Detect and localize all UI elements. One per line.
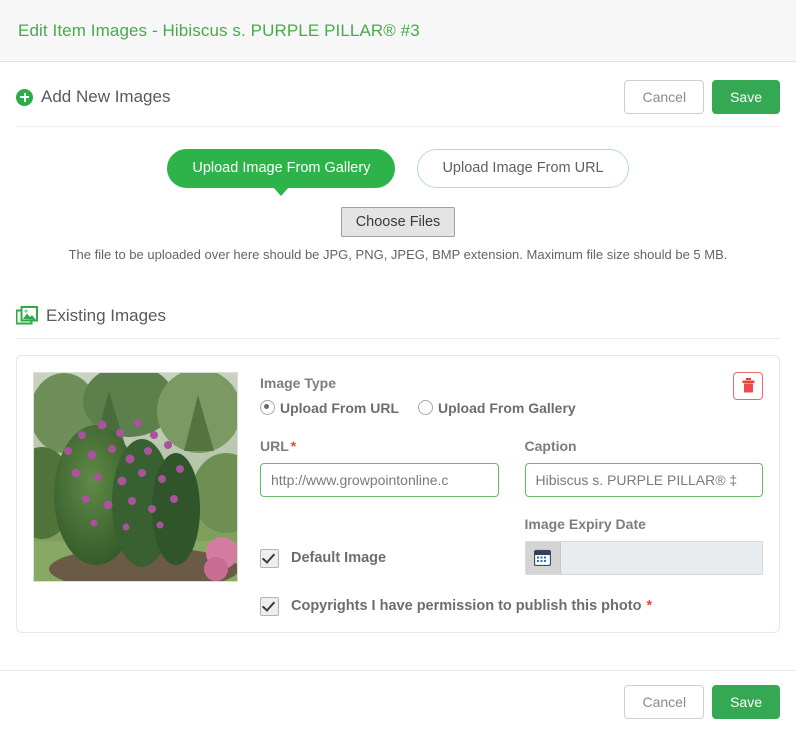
calendar-glyph <box>534 549 551 567</box>
url-required-marker: * <box>290 437 297 454</box>
image-expiry-date-input[interactable] <box>560 541 762 574</box>
image-expiry-date-label: Image Expiry Date <box>524 515 646 532</box>
footer-actions: Cancel Save <box>0 669 796 719</box>
thumbnail-artwork <box>34 372 237 581</box>
tab-pointer-triangle <box>272 185 291 196</box>
radio-upload-from-gallery-label: Upload From Gallery <box>438 399 576 416</box>
url-caption-row: URL* Caption <box>260 438 763 497</box>
upload-tabs: Upload Image From Gallery Upload Image F… <box>167 149 629 196</box>
save-button-bottom[interactable]: Save <box>712 684 780 719</box>
add-new-images-title-group: Add New Images <box>16 87 170 107</box>
radio-upload-from-gallery[interactable] <box>418 400 433 416</box>
expiry-date-group: Image Expiry Date <box>524 515 763 575</box>
url-input[interactable] <box>260 462 499 497</box>
calendar-icon[interactable] <box>525 541 561 574</box>
image-type-label: Image Type <box>260 374 336 391</box>
trash-icon <box>742 378 754 393</box>
radio-upload-from-url[interactable] <box>260 400 275 416</box>
cancel-button-bottom[interactable]: Cancel <box>624 684 705 719</box>
existing-image-card: Image Type Upload From URL Upload From G… <box>16 354 780 633</box>
tab-upload-from-url[interactable]: Upload Image From URL <box>417 149 629 188</box>
tab-upload-from-gallery[interactable]: Upload Image From Gallery <box>167 149 396 196</box>
copyright-required-marker: * <box>646 598 653 615</box>
circle-plus-icon <box>16 88 33 106</box>
save-button-top[interactable]: Save <box>712 80 780 114</box>
existing-images-header: Existing Images <box>16 288 780 339</box>
image-type-radio-group: Upload From URL Upload From Gallery <box>260 400 763 416</box>
page-title: Edit Item Images - Hibiscus s. PURPLE PI… <box>18 20 420 40</box>
add-new-images-header: Add New Images Cancel Save <box>16 62 780 127</box>
delete-image-button[interactable] <box>733 371 763 400</box>
caption-label: Caption <box>524 437 577 454</box>
existing-images-title: Existing Images <box>46 305 166 325</box>
image-expiry-date-field[interactable] <box>524 540 763 575</box>
page-header: Edit Item Images - Hibiscus s. PURPLE PI… <box>0 0 796 62</box>
copyright-check-row[interactable]: Copyrights I have permission to publish … <box>260 596 763 616</box>
radio-upload-from-url-label: Upload From URL <box>280 399 399 416</box>
add-new-images-section: Add New Images Cancel Save Upload Image … <box>0 62 796 262</box>
existing-images-title-group: Existing Images <box>16 306 166 326</box>
copyright-label-text: Copyrights I have permission to publish … <box>291 598 642 615</box>
upload-area: Upload Image From Gallery Upload Image F… <box>16 127 780 262</box>
default-image-label: Default Image <box>291 550 387 567</box>
default-image-checkbox[interactable] <box>260 548 279 568</box>
default-image-check-row[interactable]: Default Image <box>260 548 387 568</box>
copyright-label: Copyrights I have permission to publish … <box>291 598 652 614</box>
existing-images-section: Existing Images Image Type Upload From U… <box>0 288 796 633</box>
existing-images-list: Image Type Upload From URL Upload From G… <box>16 339 780 633</box>
image-thumbnail[interactable] <box>33 371 238 582</box>
default-image-group: Default Image <box>260 516 499 575</box>
upload-help-text: The file to be uploaded over here should… <box>68 246 728 262</box>
default-expiry-row: Default Image Image Expiry Date <box>260 516 763 575</box>
url-label-text: URL <box>260 437 289 454</box>
cancel-button-top[interactable]: Cancel <box>624 80 705 114</box>
tab-upload-from-url-label: Upload Image From URL <box>442 160 604 176</box>
choose-files-button[interactable]: Choose Files <box>340 206 456 237</box>
url-label: URL * <box>260 438 499 454</box>
copyright-checkbox[interactable] <box>260 596 279 616</box>
tab-upload-from-gallery-label: Upload Image From Gallery <box>192 160 371 176</box>
url-field-group: URL * <box>260 438 499 497</box>
add-new-images-title: Add New Images <box>41 87 171 106</box>
caption-field-group: Caption <box>524 437 763 497</box>
stacked-images-icon <box>16 306 38 325</box>
caption-input[interactable] <box>524 462 763 497</box>
image-card-fields: Image Type Upload From URL Upload From G… <box>260 371 763 616</box>
top-actions: Cancel Save <box>624 80 780 114</box>
